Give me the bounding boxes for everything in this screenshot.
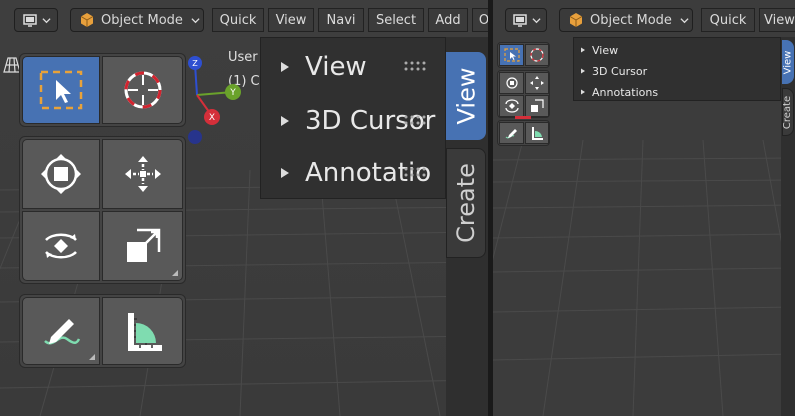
tool-cursor[interactable]	[525, 44, 549, 66]
tool-select-box[interactable]	[22, 56, 100, 124]
tool-transform[interactable]	[499, 72, 524, 94]
svg-text:X: X	[209, 113, 215, 123]
chevron-down-icon	[191, 17, 200, 23]
mode-label: Object Mode	[590, 12, 672, 28]
tab-view[interactable]: View	[446, 52, 486, 140]
tool-rotate[interactable]	[22, 211, 100, 281]
toolbar-annotate-group	[19, 294, 186, 368]
panel-label: 3D Cursor	[592, 64, 648, 78]
tab-view[interactable]: View	[782, 40, 794, 84]
menu-add[interactable]: Add	[428, 8, 468, 32]
menu-quick[interactable]: Quick	[701, 8, 755, 32]
cube-display-icon	[22, 14, 37, 27]
measure-ruler-icon	[127, 313, 162, 351]
tool-rotate[interactable]	[499, 95, 524, 117]
panel-3d-cursor[interactable]: 3D Cursor	[574, 62, 782, 80]
tool-measure[interactable]	[102, 297, 183, 365]
mode-selector[interactable]: Object Mode	[70, 8, 204, 32]
panel-annotations[interactable]: Annotations	[574, 83, 782, 101]
editor-type-button[interactable]	[14, 8, 58, 32]
object-mode-icon	[569, 13, 583, 27]
tool-annotate[interactable]	[499, 122, 524, 144]
panel-view[interactable]: View	[574, 41, 782, 59]
move-icon	[530, 76, 544, 90]
tool-move[interactable]	[102, 139, 183, 209]
sidebar-panel-list: View 3D Cursor Annotations	[573, 37, 781, 101]
menu-view[interactable]: View	[759, 8, 795, 32]
toolbar-select-group	[19, 53, 186, 127]
panel-label: View	[592, 43, 619, 57]
sidebar-panel-list: View 3D Cursor Annotatio	[260, 37, 446, 199]
toolbar-select-group	[497, 42, 550, 68]
rotate-icon	[45, 233, 77, 259]
corner-indicator-icon	[172, 270, 178, 276]
menu-view[interactable]: View	[268, 8, 314, 32]
disclosure-triangle-icon	[581, 68, 585, 74]
svg-text:Y: Y	[229, 88, 236, 98]
disclosure-triangle-icon	[281, 116, 289, 126]
tool-scale[interactable]	[102, 211, 183, 281]
menu-select[interactable]: Select	[368, 8, 424, 32]
svg-text:Z: Z	[192, 59, 198, 68]
mode-selector[interactable]: Object Mode	[559, 8, 693, 32]
editor-type-button[interactable]	[505, 8, 547, 32]
drag-handle-icon[interactable]	[403, 115, 429, 125]
chevron-down-icon	[531, 17, 541, 23]
transform-icon	[41, 154, 81, 194]
panel-label: Annotations	[592, 85, 659, 99]
header-region-accent	[515, 116, 531, 119]
move-icon	[124, 156, 161, 192]
annotate-pencil-icon	[44, 319, 81, 345]
tool-annotate[interactable]	[22, 297, 100, 365]
tool-move[interactable]	[525, 72, 549, 94]
toolbar-transform-group	[19, 136, 186, 284]
drag-handle-icon[interactable]	[403, 167, 429, 177]
tool-transform[interactable]	[22, 139, 100, 209]
chevron-down-icon	[41, 17, 51, 23]
viewport-left[interactable]: Object Mode Quick View Navi Select Add O…	[0, 0, 488, 416]
tool-measure[interactable]	[525, 122, 549, 144]
tool-cursor[interactable]	[102, 56, 183, 124]
corner-indicator-icon	[89, 354, 95, 360]
rotate-icon	[504, 99, 519, 113]
measure-ruler-icon	[532, 127, 543, 140]
scale-icon	[531, 99, 544, 112]
navigation-gizmo[interactable]: Z Y X	[185, 55, 245, 150]
menu-navigation[interactable]: Navi	[318, 8, 364, 32]
mode-label: Object Mode	[101, 12, 183, 28]
tab-create[interactable]: Create	[446, 148, 486, 258]
scale-icon	[126, 228, 160, 262]
panel-label: View	[305, 52, 367, 82]
menu-quick[interactable]: Quick	[212, 8, 264, 32]
transform-icon	[505, 77, 518, 89]
menu-object[interactable]: O	[472, 8, 488, 32]
disclosure-triangle-icon	[281, 62, 289, 72]
viewport-right[interactable]: Object Mode Quick View View 3D Cursor An…	[493, 0, 795, 416]
select-box-icon	[503, 48, 520, 62]
tool-scale[interactable]	[525, 95, 549, 117]
disclosure-triangle-icon	[581, 89, 585, 95]
disclosure-triangle-icon	[281, 168, 289, 178]
select-box-icon	[39, 70, 83, 110]
disclosure-triangle-icon	[581, 47, 585, 53]
object-mode-icon	[80, 13, 94, 27]
annotate-pencil-icon	[505, 129, 517, 139]
cube-display-icon	[512, 14, 527, 27]
3d-cursor-icon	[530, 48, 544, 62]
toolbar-annotate-group	[497, 120, 550, 146]
chevron-down-icon	[680, 17, 689, 23]
tool-select-box[interactable]	[499, 44, 524, 66]
toolbar-transform-group	[497, 70, 550, 118]
3d-cursor-icon	[124, 71, 161, 109]
drag-handle-icon[interactable]	[403, 61, 429, 71]
tab-create[interactable]: Create	[782, 88, 794, 136]
